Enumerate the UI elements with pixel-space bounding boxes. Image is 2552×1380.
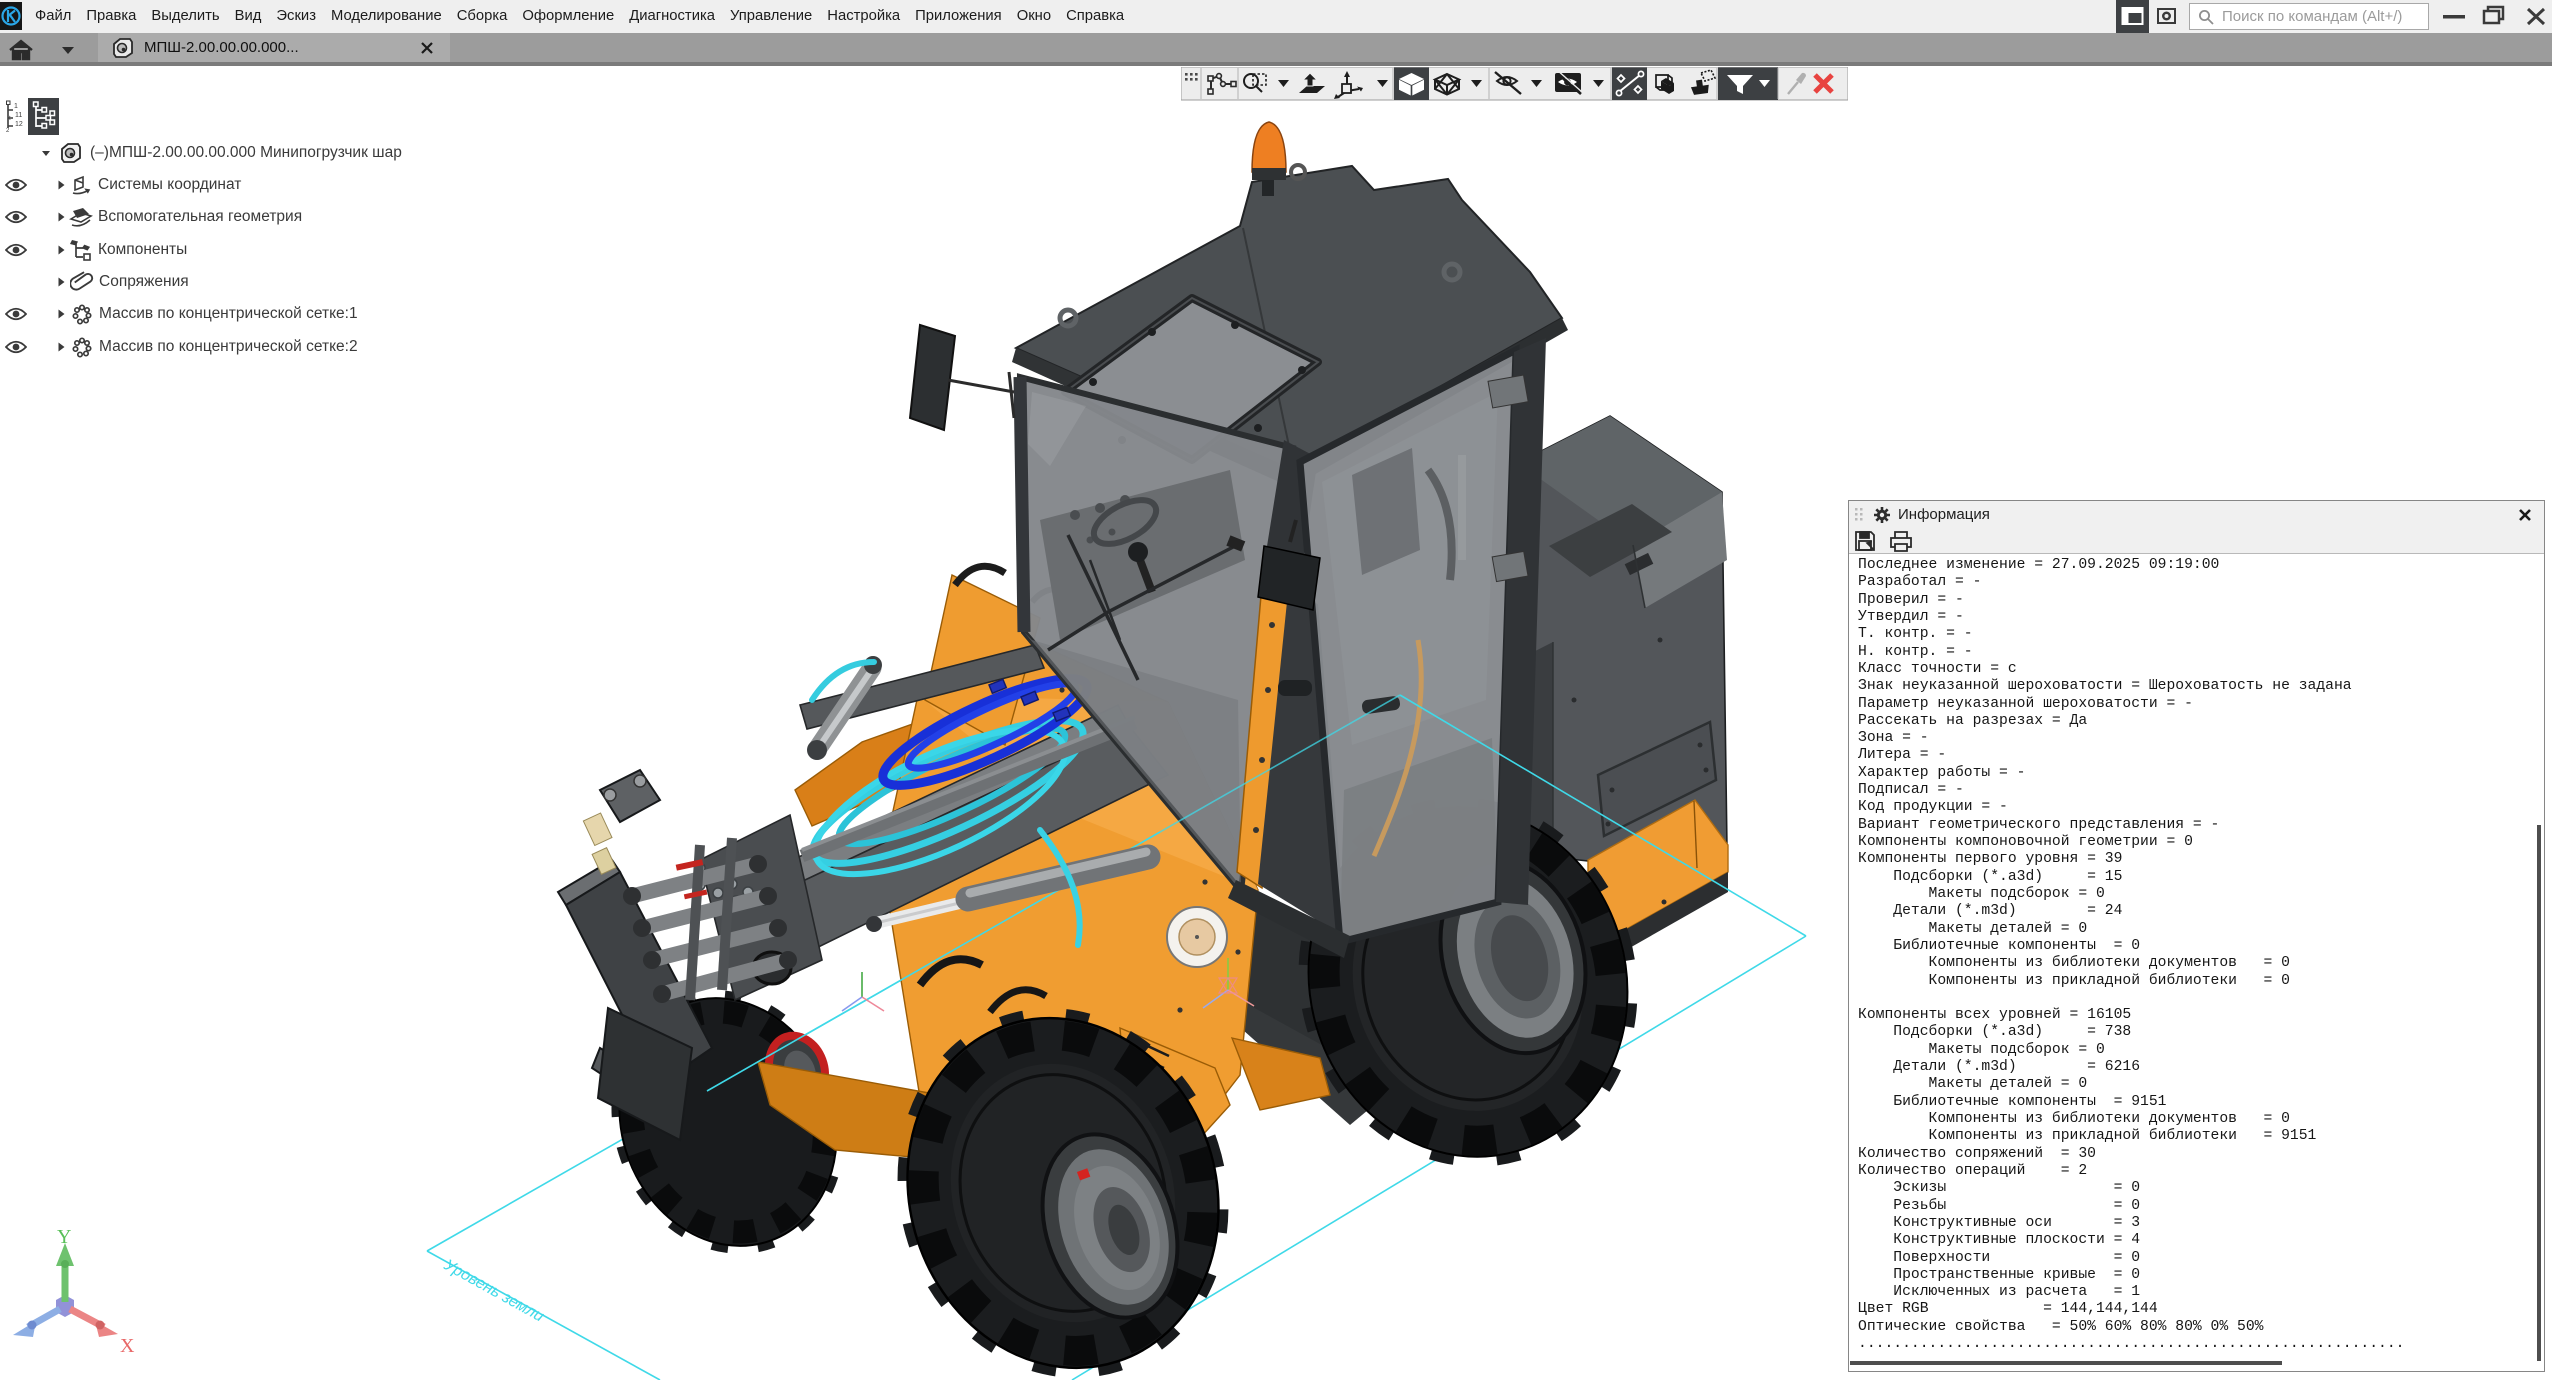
svg-text:Y: Y (57, 1226, 71, 1248)
svg-text:Уровень земли: Уровень земли (440, 1256, 547, 1325)
svg-text:11: 11 (15, 112, 22, 119)
svg-text:1: 1 (14, 103, 18, 110)
svg-text:t: t (9, 116, 11, 122)
svg-text:2: 2 (6, 128, 10, 134)
svg-text:X: X (120, 1335, 135, 1357)
svg-text:12: 12 (15, 121, 23, 128)
